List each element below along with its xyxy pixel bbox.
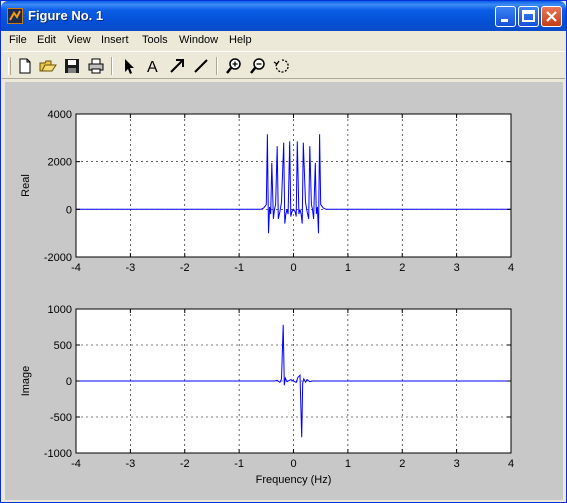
y-tick-label: 2000 (48, 157, 72, 169)
insert-arrow-icon[interactable] (168, 57, 186, 75)
close-button[interactable] (541, 6, 562, 27)
menu-bar: File Edit View Insert Tools Window Help (2, 31, 565, 51)
window-title: Figure No. 1 (28, 8, 104, 23)
toolbar-grip[interactable] (8, 57, 11, 75)
menu-window[interactable]: Window (179, 34, 218, 46)
toolbar-separator (111, 57, 113, 75)
y-tick-label: 1000 (48, 304, 72, 316)
edit-plot-arrow-icon[interactable] (120, 57, 138, 75)
rotate-3d-icon[interactable] (273, 57, 291, 75)
y-axis-label: Image (20, 366, 32, 397)
figure-canvas: -4 -3 -2 -1 0 1 2 3 4 -2000 0 2000 4000 Real -4 -3 -2 -1 0… (5, 82, 563, 500)
minimize-button[interactable] (495, 6, 516, 27)
x-tick-label: -4 (71, 262, 81, 274)
x-tick-label: -1 (234, 262, 244, 274)
insert-text-icon[interactable]: A (144, 57, 162, 75)
menu-tools[interactable]: Tools (142, 34, 168, 46)
x-axis-label: Frequency (Hz) (256, 474, 332, 486)
insert-line-icon[interactable] (192, 57, 210, 75)
x-tick-label: 0 (290, 262, 296, 274)
y-axis-label: Real (20, 174, 32, 197)
menu-insert[interactable]: Insert (101, 34, 129, 46)
open-folder-icon[interactable] (39, 57, 57, 75)
maximize-button[interactable] (518, 6, 539, 27)
x-tick-label: 1 (345, 458, 351, 470)
figure-window: Figure No. 1 File Edit View Insert Tools… (0, 0, 567, 503)
x-tick-label: 0 (290, 458, 296, 470)
toolbar-separator (216, 57, 218, 75)
matlab-logo-icon (7, 8, 23, 24)
save-icon[interactable] (63, 57, 81, 75)
y-tick-label: 500 (54, 340, 72, 352)
y-tick-label: -1000 (44, 448, 72, 460)
x-tick-label: -4 (71, 458, 81, 470)
x-tick-label: 1 (345, 262, 351, 274)
axes-real: -4 -3 -2 -1 0 1 2 3 4 -2000 0 2000 4000 Real (20, 109, 514, 274)
figure-toolbar: A (2, 51, 565, 79)
new-figure-icon[interactable] (16, 57, 34, 75)
menu-file[interactable]: File (9, 34, 27, 46)
x-tick-label: -3 (125, 262, 135, 274)
x-tick-label: -2 (180, 458, 190, 470)
axes-image: -4 -3 -2 -1 0 1 2 3 4 -1000 -500 0 500 1000 Image Frequ… (20, 304, 514, 486)
plot-area[interactable]: -4 -3 -2 -1 0 1 2 3 4-2000020004000Real-4 -3 -2 -1 0… (5, 82, 563, 500)
y-tick-label: 0 (66, 204, 72, 216)
y-tick-label: -500 (50, 412, 72, 424)
print-icon[interactable] (87, 57, 105, 75)
x-tick-label: 3 (454, 458, 460, 470)
menu-view[interactable]: View (67, 34, 91, 46)
y-tick-label: 0 (66, 376, 72, 388)
x-tick-label: -1 (234, 458, 244, 470)
zoom-out-icon[interactable] (249, 57, 267, 75)
title-bar[interactable]: Figure No. 1 (1, 1, 566, 31)
zoom-in-icon[interactable] (225, 57, 243, 75)
x-tick-label: -2 (180, 262, 190, 274)
x-tick-label: 3 (454, 262, 460, 274)
x-tick-label: -3 (125, 458, 135, 470)
x-tick-label: 2 (399, 458, 405, 470)
y-tick-label: -2000 (44, 252, 72, 264)
x-tick-label: 2 (399, 262, 405, 274)
svg-text:A: A (147, 59, 158, 75)
menu-help[interactable]: Help (229, 34, 252, 46)
y-tick-label: 4000 (48, 109, 72, 121)
x-tick-label: 4 (508, 458, 514, 470)
x-tick-label: 4 (508, 262, 514, 274)
menu-edit[interactable]: Edit (37, 34, 56, 46)
